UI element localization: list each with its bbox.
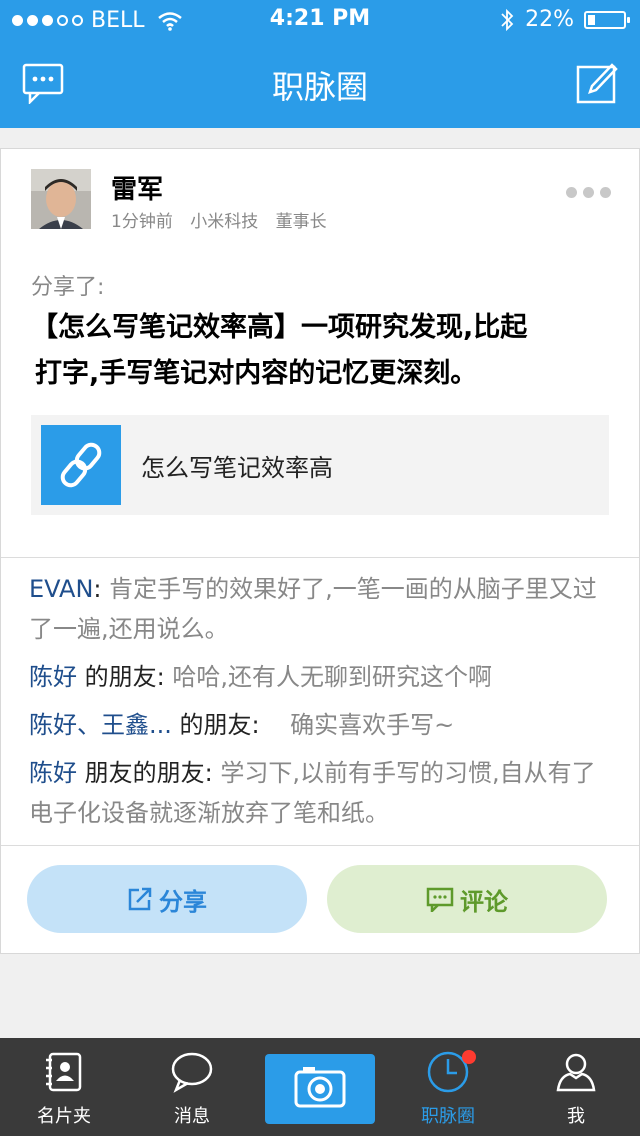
comment-user[interactable]: 陈好、王鑫... <box>29 711 172 739</box>
battery-fill <box>588 14 596 25</box>
tab-messages[interactable]: 消息 <box>128 1038 256 1136</box>
tab-label: 名片夹 <box>37 1106 91 1127</box>
tab-label: 消息 <box>174 1106 210 1127</box>
tab-bar: 名片夹 消息 职脉圈 我 <box>0 1038 640 1136</box>
divider <box>1 845 639 846</box>
notification-badge <box>462 1050 476 1064</box>
comment-user[interactable]: EVAN <box>29 575 93 603</box>
shared-link[interactable]: 怎么写笔记效率高 <box>31 415 609 515</box>
divider <box>1 557 639 558</box>
comment-icon <box>426 887 454 912</box>
share-label: 分享 <box>159 887 207 916</box>
post-card: 雷军 1分钟前 小米科技 董事长 分享了: 【怎么写笔记效率高】一项研究发现,比… <box>0 148 640 954</box>
avatar[interactable] <box>31 169 91 229</box>
compose-icon[interactable] <box>576 62 618 104</box>
author-company: 小米科技 <box>190 212 259 232</box>
comment-relation: 的朋友 <box>77 663 157 691</box>
battery-icon <box>584 10 630 29</box>
comment-text: 哈哈,还有人无聊到研究这个啊 <box>172 663 492 691</box>
camera-button[interactable] <box>265 1054 375 1124</box>
comment-label: 评论 <box>460 887 508 916</box>
message-bubble-icon <box>171 1052 213 1093</box>
status-bar: BELL 4:21 PM 22% <box>0 0 640 40</box>
battery-percent: 22% <box>525 7 574 32</box>
post-time: 1分钟前 <box>111 212 173 232</box>
comment-text: 肯定手写的效果好了,一笔一画的从脑子里又过了一遍,还用说么。 <box>29 575 597 643</box>
comment-item[interactable]: 陈好 的朋友: 哈哈,还有人无聊到研究这个啊 <box>29 657 619 697</box>
comment-text: 确实喜欢手写~ <box>267 711 455 739</box>
comment-item[interactable]: 陈好、王鑫... 的朋友: 确实喜欢手写~ <box>29 705 619 745</box>
author-name[interactable]: 雷军 <box>111 169 163 206</box>
tab-career-circle[interactable]: 职脉圈 <box>384 1038 512 1136</box>
comment-user[interactable]: 陈好 <box>29 663 77 691</box>
headline-line-1: 【怎么写笔记效率高】一项研究发现,比起 <box>31 312 528 343</box>
tab-me[interactable]: 我 <box>512 1038 640 1136</box>
post-headline: 【怎么写笔记效率高】一项研究发现,比起 打字,手写笔记对内容的记忆更深刻。 <box>31 305 621 397</box>
link-title: 怎么写笔记效率高 <box>141 454 333 482</box>
share-button[interactable]: 分享 <box>27 865 307 933</box>
comment-list: EVAN: 肯定手写的效果好了,一笔一画的从脑子里又过了一遍,还用说么。 陈好 … <box>29 569 619 841</box>
link-chain-icon <box>41 425 121 505</box>
shared-label: 分享了: <box>31 275 105 300</box>
page-title: 职脉圈 <box>271 68 368 106</box>
person-icon <box>556 1053 596 1092</box>
share-icon <box>128 887 152 911</box>
post-meta: 1分钟前 小米科技 董事长 <box>111 207 339 232</box>
more-options-icon[interactable] <box>566 187 611 198</box>
bluetooth-icon <box>501 8 514 31</box>
comment-item[interactable]: 陈好 朋友的朋友: 学习下,以前有手写的习惯,自从有了电子化设备就逐渐放弃了笔和… <box>29 753 619 833</box>
camera-icon <box>294 1067 346 1108</box>
comment-relation: 的朋友 <box>171 711 252 739</box>
contact-card-icon <box>46 1052 82 1092</box>
headline-line-2: 打字,手写笔记对内容的记忆更深刻。 <box>35 358 478 389</box>
author-position: 董事长 <box>275 212 327 232</box>
status-right: 22% <box>499 7 630 32</box>
comment-relation: 朋友的朋友 <box>77 759 205 787</box>
tab-label: 我 <box>567 1106 585 1127</box>
comment-user[interactable]: 陈好 <box>29 759 77 787</box>
tab-label: 职脉圈 <box>421 1106 475 1127</box>
app-header: BELL 4:21 PM 22% 职脉圈 <box>0 0 640 128</box>
comment-item[interactable]: EVAN: 肯定手写的效果好了,一笔一画的从脑子里又过了一遍,还用说么。 <box>29 569 619 649</box>
tab-business-cards[interactable]: 名片夹 <box>0 1038 128 1136</box>
avatar-photo <box>31 169 91 229</box>
comment-button[interactable]: 评论 <box>327 865 607 933</box>
